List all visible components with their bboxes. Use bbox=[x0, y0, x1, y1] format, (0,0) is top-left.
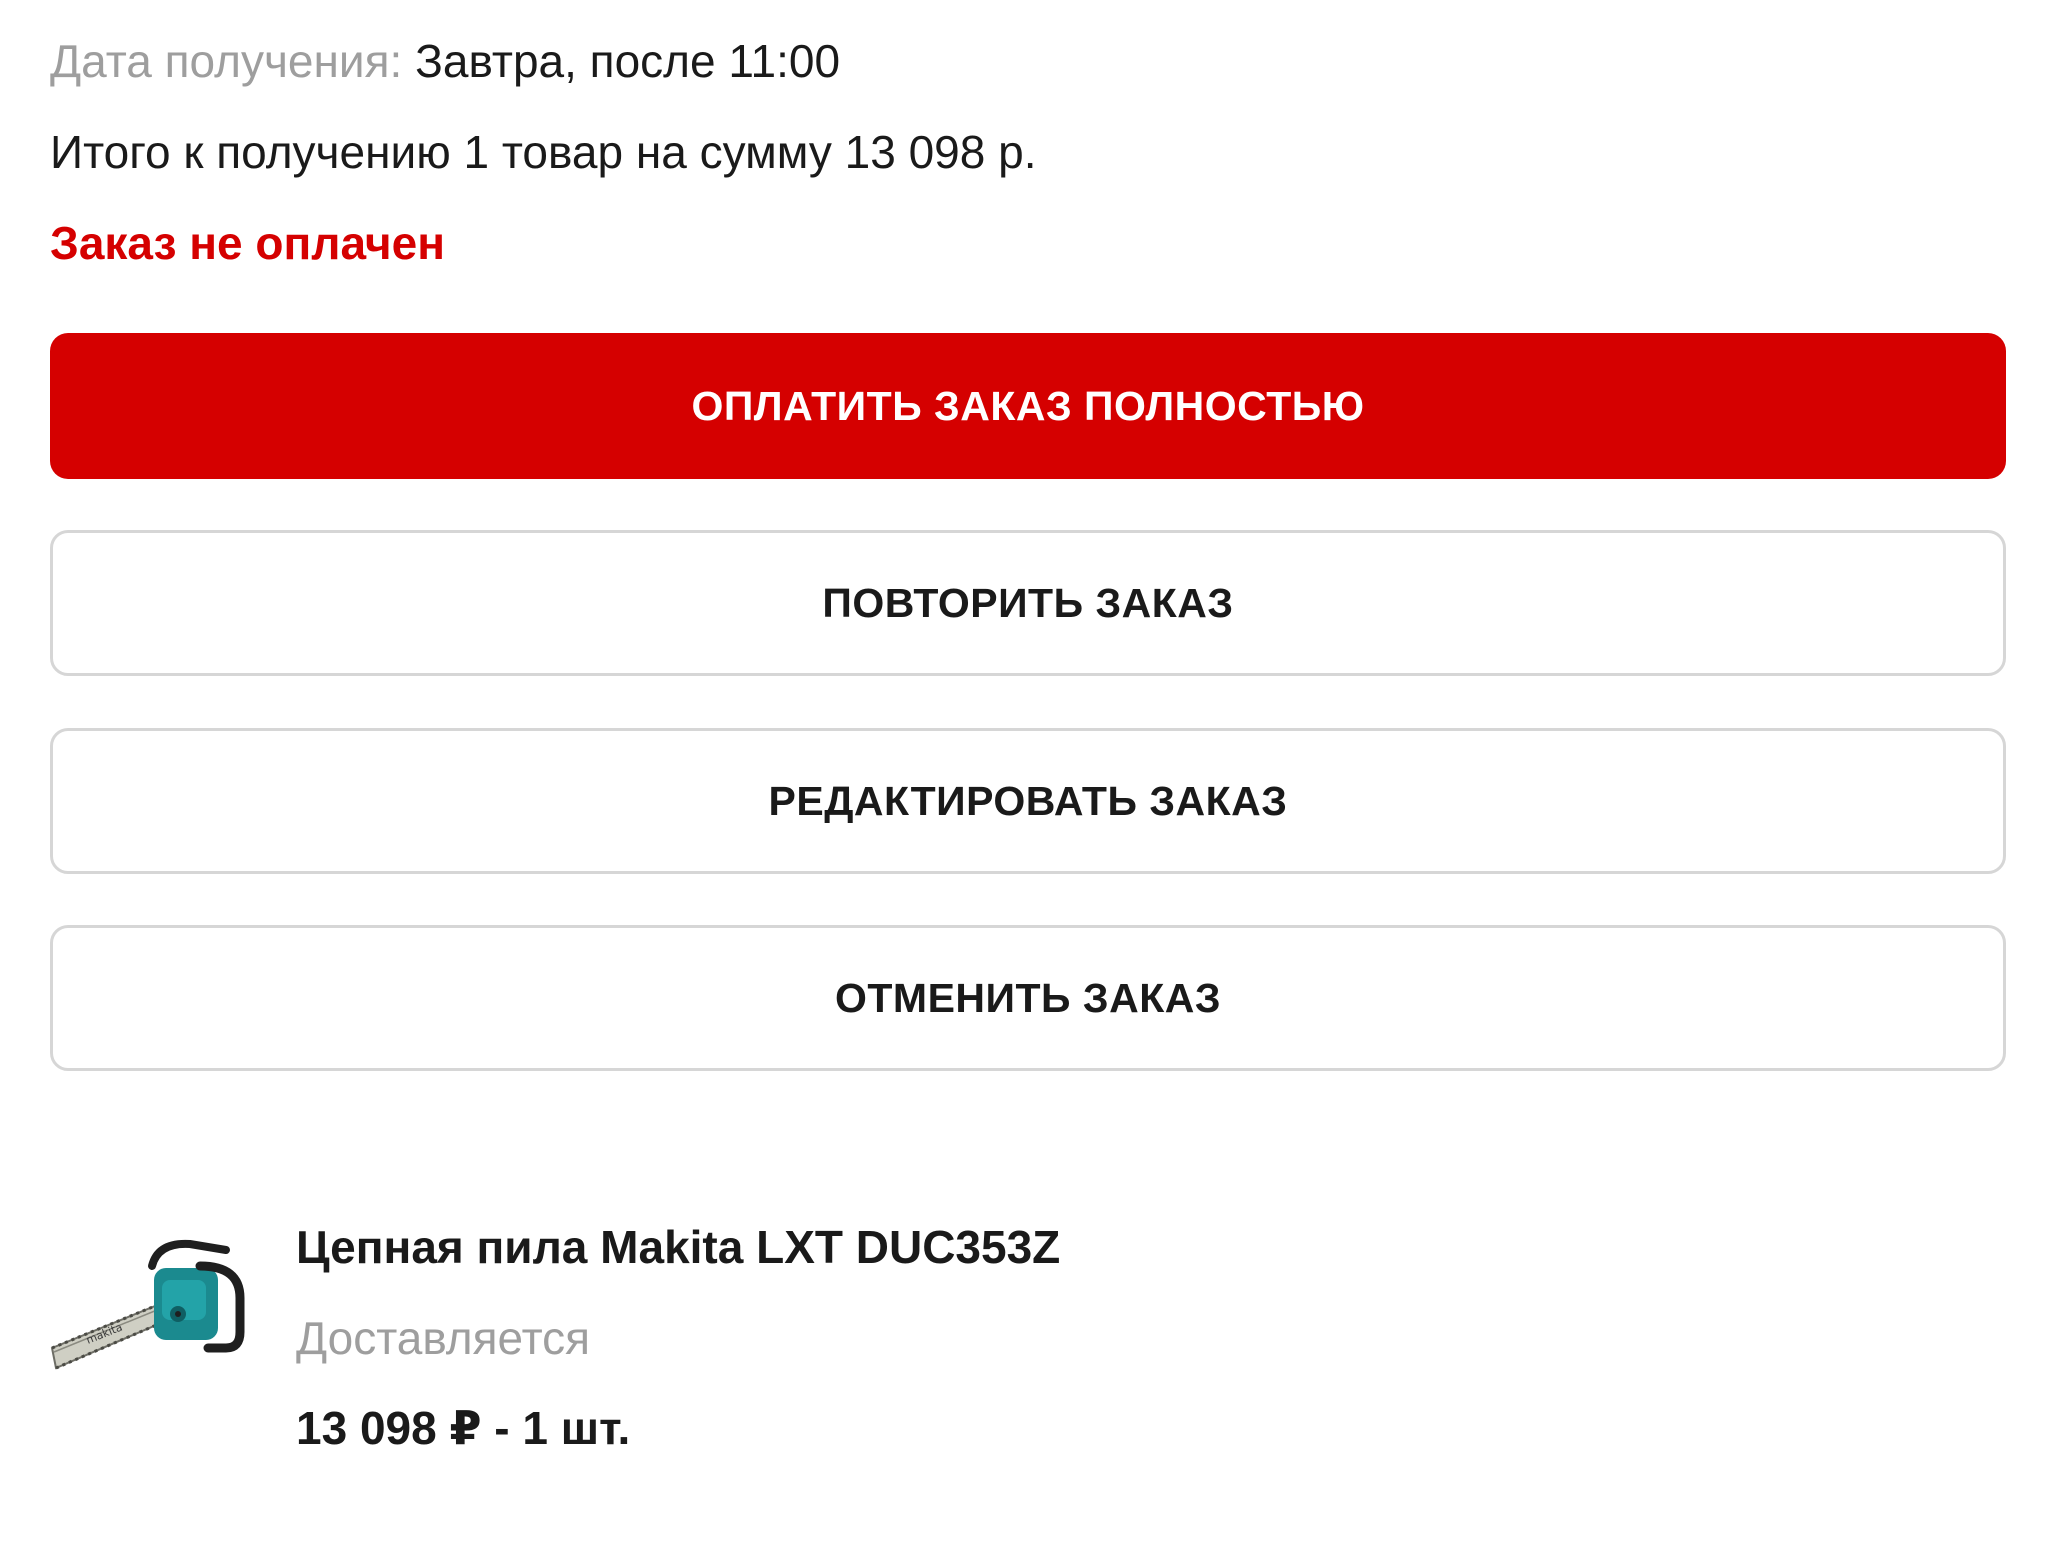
payment-status: Заказ не оплачен bbox=[50, 217, 445, 269]
product-price-quantity: 13 098 ₽ - 1 шт. bbox=[296, 1402, 631, 1454]
edit-order-button[interactable]: РЕДАКТИРОВАТЬ ЗАКАЗ bbox=[50, 728, 2006, 874]
chainsaw-icon: makita bbox=[50, 1239, 245, 1370]
delivery-date-row: Дата получения: Завтра, после 11:00 bbox=[50, 38, 840, 84]
product-name[interactable]: Цепная пила Makita LXT DUC353Z bbox=[296, 1220, 1060, 1274]
delivery-date-value: Завтра, после 11:00 bbox=[402, 35, 841, 87]
product-item[interactable]: makita Цепная пила Makita LXT DUC353Z До… bbox=[50, 1200, 2006, 1460]
delivery-date-label: Дата получения: bbox=[50, 35, 403, 87]
pay-full-button[interactable]: ОПЛАТИТЬ ЗАКАЗ ПОЛНОСТЬЮ bbox=[50, 333, 2006, 479]
cancel-order-button[interactable]: ОТМЕНИТЬ ЗАКАЗ bbox=[50, 925, 2006, 1071]
product-delivery-status: Доставляется bbox=[296, 1312, 591, 1364]
repeat-order-button[interactable]: ПОВТОРИТЬ ЗАКАЗ bbox=[50, 530, 2006, 676]
chainsaw-image[interactable]: makita bbox=[50, 1236, 246, 1386]
order-summary: Итого к получению 1 товар на сумму 13 09… bbox=[50, 126, 1037, 178]
